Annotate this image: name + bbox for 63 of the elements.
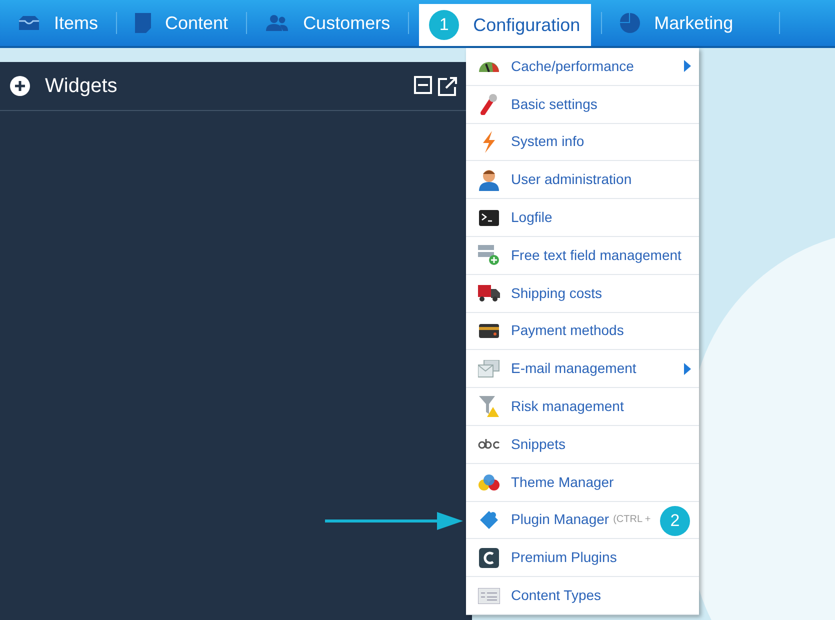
list-card-icon: [478, 588, 500, 604]
menu-label: Premium Plugins: [511, 548, 617, 568]
form-add-icon: [478, 244, 500, 266]
step-badge: 1: [429, 10, 460, 40]
pie-chart-icon: [620, 13, 640, 33]
menu-item[interactable]: Risk management: [466, 388, 699, 426]
minimize-icon[interactable]: [414, 76, 432, 94]
user-icon: [479, 168, 499, 191]
menu-item[interactable]: Free text field management: [466, 236, 699, 275]
menu-item[interactable]: Plugin Manager (CTRL + 2: [466, 502, 699, 540]
menu-label: E-mail management: [511, 359, 636, 378]
filter-warning-icon: [479, 396, 499, 418]
menu-label: Basic settings: [511, 94, 598, 114]
envelopes-icon: [478, 360, 500, 378]
menu-label: Theme Manager: [511, 472, 614, 492]
submenu-arrow-icon: [684, 362, 691, 375]
color-drops-icon: [478, 473, 500, 492]
menu-item[interactable]: Premium Plugins: [466, 539, 699, 578]
menu-item[interactable]: Snippets: [466, 426, 699, 464]
menu-item[interactable]: Theme Manager: [466, 464, 699, 502]
menu-label: Payment methods: [511, 321, 624, 340]
wrench-icon: [479, 93, 499, 116]
lightning-icon: [481, 130, 497, 153]
menu-label: Cache/performance: [511, 56, 634, 76]
menu-label: User administration: [511, 170, 632, 190]
nav-tab[interactable]: Content: [127, 0, 236, 46]
menu-item[interactable]: User administration: [466, 161, 699, 200]
step-badge: 2: [660, 506, 690, 536]
nav-tab[interactable]: Items: [10, 0, 106, 46]
menu-label: Content Types: [511, 586, 602, 606]
gauge-icon: [478, 60, 500, 72]
nav-tab[interactable]: Customers: [257, 0, 398, 46]
menu-label: System info: [511, 132, 584, 152]
menu-label: Plugin Manager: [511, 510, 610, 530]
terminal-icon: [479, 210, 499, 226]
document-icon: [135, 13, 152, 33]
credit-card-icon: [479, 324, 499, 338]
menu-item[interactable]: E-mail management: [466, 350, 699, 388]
panel-title: Widgets: [45, 74, 118, 99]
menu-label: Snippets: [511, 434, 566, 454]
menu-item[interactable]: Shipping costs: [466, 274, 699, 313]
menu-item[interactable]: Basic settings: [466, 86, 699, 124]
inbox-icon: [18, 15, 40, 31]
menu-label: Shipping costs: [511, 284, 602, 303]
menu-label: Risk management: [511, 397, 624, 416]
nav-tab[interactable]: 1 Configuration: [419, 4, 592, 46]
submenu-arrow-icon: [684, 60, 691, 72]
menu-item[interactable]: Logfile: [466, 199, 699, 237]
abc-icon: [478, 439, 500, 450]
puzzle-icon: [479, 510, 499, 530]
menu-item[interactable]: Cache/performance: [466, 48, 699, 86]
nav-tab[interactable]: Marketing: [612, 0, 742, 46]
shortcut-hint: (CTRL +: [613, 513, 651, 528]
truck-icon: [478, 284, 500, 302]
menu-label: Logfile: [511, 208, 552, 228]
external-link-icon[interactable]: [438, 76, 458, 96]
menu-item[interactable]: System info: [466, 124, 699, 162]
logo-icon: [479, 548, 499, 568]
add-icon[interactable]: [10, 76, 30, 96]
menu-item[interactable]: Content Types: [466, 577, 699, 615]
users-icon: [265, 14, 290, 32]
menu-item[interactable]: Payment methods: [466, 312, 699, 350]
menu-label: Free text field management: [511, 246, 682, 265]
